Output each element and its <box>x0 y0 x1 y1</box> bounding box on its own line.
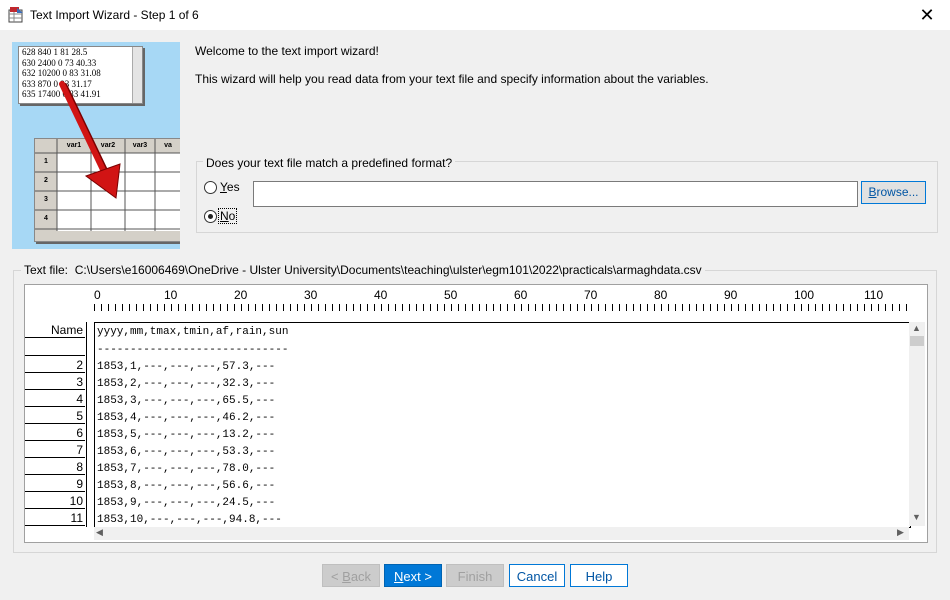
row-name-cell: 8 <box>25 459 85 475</box>
ruler-ticks <box>94 304 910 311</box>
scroll-left-icon[interactable]: ◀ <box>96 527 103 538</box>
ruler-number: 100 <box>794 288 815 302</box>
file-data-line: 1853,2,---,---,---,32.3,--- <box>97 378 276 390</box>
close-button[interactable]: ✕ <box>904 0 950 30</box>
row-name-cell: 11 <box>25 510 85 526</box>
wizard-illustration: 628 840 1 81 28.5 630 2400 0 73 40.33 632 … <box>12 42 180 249</box>
file-data-line: 1853,1,---,---,---,57.3,--- <box>97 361 276 373</box>
vertical-scrollbar[interactable]: ▲ ▼ <box>909 322 925 526</box>
no-radio-label[interactable]: No <box>218 208 238 224</box>
help-button[interactable]: Help <box>570 564 628 587</box>
ruler-number: 10 <box>164 288 178 302</box>
horizontal-scrollbar[interactable]: ◀ ▶ <box>94 527 909 540</box>
title-bar: Text Import Wizard - Step 1 of 6 ✕ <box>0 0 950 30</box>
ruler-number: 60 <box>514 288 528 302</box>
ruler-number: 20 <box>234 288 248 302</box>
ruler-number: 80 <box>654 288 668 302</box>
file-data-line: 1853,7,---,---,---,78.0,--- <box>97 463 276 475</box>
file-data-line: 1853,3,---,---,---,65.5,--- <box>97 395 276 407</box>
file-data-line: 1853,6,---,---,---,53.3,--- <box>97 446 276 458</box>
column-ruler: 0 10 20 30 40 50 60 70 80 90 100 110 <box>94 288 910 311</box>
file-data-line: yyyy,mm,tmax,tmin,af,rain,sun <box>97 326 289 338</box>
row-name-cell: 2 <box>25 357 85 373</box>
file-data-line: 1853,5,---,---,---,13.2,--- <box>97 429 276 441</box>
row-name-cell: Name <box>25 322 85 338</box>
row-name-cell: 5 <box>25 408 85 424</box>
ruler-number: 30 <box>304 288 318 302</box>
row-name-cell: 10 <box>25 493 85 509</box>
file-data-line: 1853,9,---,---,---,24.5,--- <box>97 497 276 509</box>
spss-app-icon <box>8 7 23 23</box>
format-file-input[interactable] <box>253 181 858 207</box>
yes-radio-label[interactable]: Yes <box>220 180 240 194</box>
text-file-path-label: Text file: C:\Users\e16006469\OneDrive -… <box>21 263 705 277</box>
row-name-cell: 4 <box>25 391 85 407</box>
file-data-line: 1853,4,---,---,---,46.2,--- <box>97 412 276 424</box>
back-button[interactable]: < Back <box>322 564 380 587</box>
yes-radio[interactable] <box>204 181 217 194</box>
text-file-label: Text file: <box>24 263 69 277</box>
row-name-cell: 6 <box>25 425 85 441</box>
text-file-path: C:\Users\e16006469\OneDrive - Ulster Uni… <box>74 263 702 277</box>
no-radio[interactable] <box>204 210 217 223</box>
window-title: Text Import Wizard - Step 1 of 6 <box>30 8 199 22</box>
row-name-cell: 9 <box>25 476 85 492</box>
ruler-number: 70 <box>584 288 598 302</box>
scroll-down-icon[interactable]: ▼ <box>912 512 921 522</box>
file-data-line: 1853,8,---,---,---,56.6,--- <box>97 480 276 492</box>
cancel-button[interactable]: Cancel <box>509 564 565 587</box>
browse-button[interactable]: Browse... <box>861 181 926 204</box>
predefined-format-question: Does your text file match a predefined f… <box>203 156 456 170</box>
ruler-number: 110 <box>864 288 884 302</box>
ruler-number: 50 <box>444 288 458 302</box>
scroll-right-icon[interactable]: ▶ <box>897 527 904 538</box>
ruler-number: 90 <box>724 288 738 302</box>
vertical-scroll-thumb[interactable] <box>910 336 924 346</box>
scroll-up-icon[interactable]: ▲ <box>912 323 921 333</box>
welcome-title: Welcome to the text import wizard! <box>195 44 379 58</box>
row-name-cell: 3 <box>25 374 85 390</box>
next-button[interactable]: Next > <box>384 564 442 587</box>
file-data-area[interactable]: yyyy,mm,tmax,tmin,af,rain,sun -----------… <box>94 322 911 528</box>
red-arrow-icon <box>59 81 121 199</box>
close-icon: ✕ <box>919 5 935 25</box>
welcome-description: This wizard will help you read data from… <box>195 72 709 86</box>
file-data-line: 1853,10,---,---,---,94.8,--- <box>97 514 282 526</box>
finish-button: Finish <box>446 564 504 587</box>
row-name-cell <box>25 340 85 356</box>
row-name-column: Name 2 3 4 5 6 7 8 9 10 11 <box>25 322 87 527</box>
ruler-number: 40 <box>374 288 388 302</box>
file-data-line: ----------------------------- <box>97 344 289 356</box>
ruler-number: 0 <box>94 288 101 302</box>
row-name-cell: 7 <box>25 442 85 458</box>
